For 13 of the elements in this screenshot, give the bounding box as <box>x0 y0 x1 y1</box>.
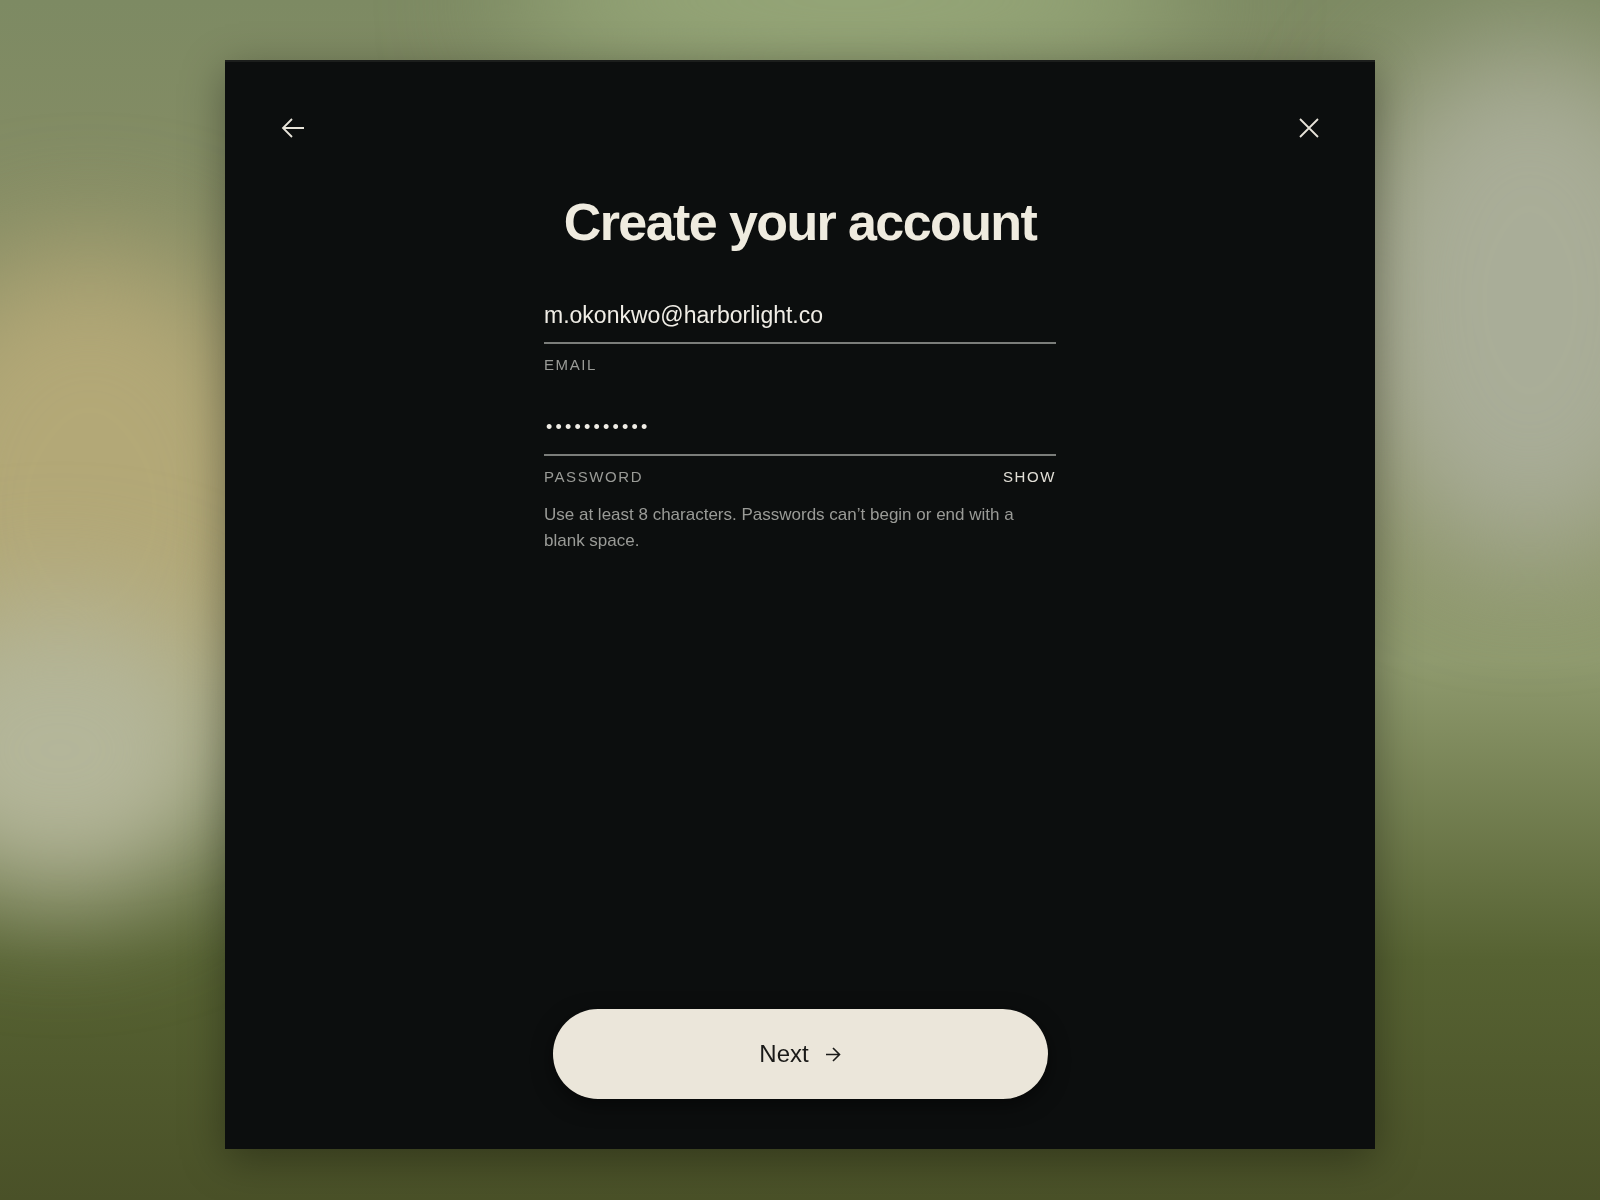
email-field[interactable]: m.okonkwo@harborlight.co <box>544 302 1056 344</box>
left-arrow-icon <box>281 117 305 139</box>
field-label: EMAIL <box>544 356 597 373</box>
show-password-button[interactable]: SHOW <box>1002 468 1056 485</box>
close-button[interactable] <box>1299 118 1319 138</box>
field-label: PASSWORD <box>544 468 644 485</box>
dialog-title: Create your account <box>563 192 1037 252</box>
next-button[interactable]: Next <box>552 1009 1048 1099</box>
right-arrow-icon <box>824 1046 841 1062</box>
password-hint: Use at least 8 characters. Passwords can’t begin or end with a blank space. <box>544 504 1015 552</box>
password-field[interactable]: ••••••••••• <box>544 417 1056 456</box>
close-icon <box>1299 118 1319 138</box>
back-button[interactable] <box>281 117 305 139</box>
